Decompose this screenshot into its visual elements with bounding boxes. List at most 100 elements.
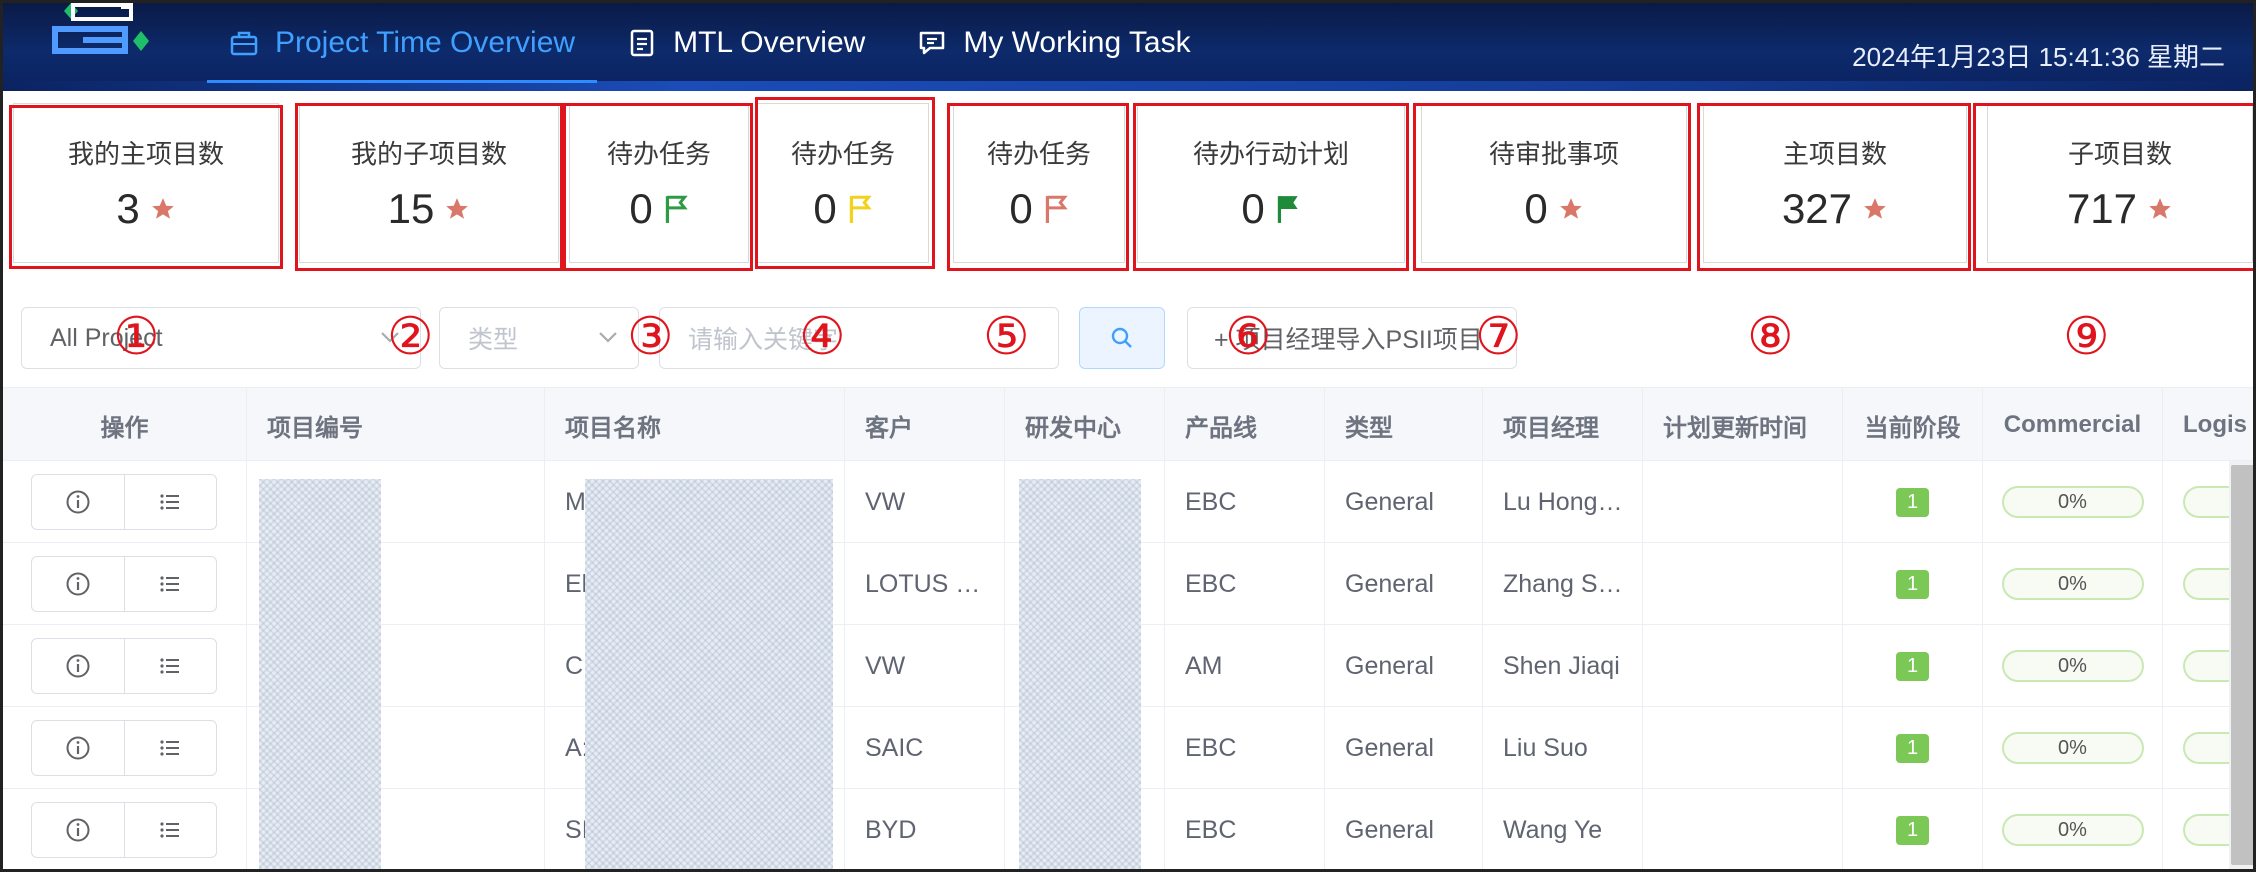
flag-outline-icon: [1045, 195, 1068, 223]
annotation-number: ⑤: [983, 307, 1030, 367]
card-todo-tasks-yellow[interactable]: 待办任务 0: [757, 103, 929, 263]
cell-text: General: [1345, 733, 1434, 762]
table-cell: [3, 789, 247, 869]
cell-text: Liu Suo: [1503, 733, 1588, 762]
cell-text: General: [1345, 651, 1434, 680]
redacted-project-name: [585, 479, 833, 869]
list-button[interactable]: [123, 475, 217, 529]
cell-text: EBC: [1185, 733, 1237, 762]
cell-text: EBC: [1185, 815, 1237, 844]
progress-pill: 0%: [2001, 650, 2144, 682]
table-cell: [1643, 543, 1843, 625]
table-cell: 0%: [1983, 789, 2163, 869]
cell-text: El: [565, 569, 588, 598]
card-value: 3: [116, 184, 140, 232]
col-header[interactable]: Commercial: [1983, 388, 2163, 462]
star-icon: [151, 197, 174, 219]
table-cell: AM: [1165, 625, 1325, 707]
project-select[interactable]: All Project: [21, 307, 421, 369]
info-icon: [66, 736, 90, 760]
comment-icon: [917, 28, 947, 58]
table-cell: 1: [1843, 461, 1983, 543]
info-button[interactable]: [32, 557, 124, 611]
list-icon: [160, 822, 180, 838]
col-header[interactable]: Logis: [2163, 388, 2253, 462]
list-icon: [160, 658, 180, 674]
cell-text: Lu Hong…: [1503, 487, 1623, 516]
card-title: 待审批事项: [1488, 138, 1619, 169]
card-title: 子项目数: [2067, 138, 2172, 169]
table-cell: [1643, 625, 1843, 707]
progress-pill: 0%: [2001, 486, 2144, 518]
table-cell: [1643, 789, 1843, 869]
info-button[interactable]: [32, 475, 124, 529]
list-button[interactable]: [123, 639, 217, 693]
col-header[interactable]: 类型: [1325, 388, 1483, 462]
col-header: 操作: [3, 388, 247, 462]
logo-icon: [52, 3, 149, 54]
card-title: 主项目数: [1782, 138, 1887, 169]
card-todo-tasks-green[interactable]: 待办任务 0: [569, 103, 749, 263]
card-value: 0: [1524, 184, 1548, 232]
search-icon: [1111, 327, 1132, 348]
col-header[interactable]: 项目经理: [1483, 388, 1643, 462]
annotation-number: ④: [799, 307, 846, 367]
list-button[interactable]: [123, 557, 217, 611]
type-select[interactable]: 类型: [439, 307, 639, 369]
table-cell: [3, 543, 247, 625]
table-cell: BYD: [845, 789, 1005, 869]
card-my-main-projects[interactable]: 我的主项目数 3: [13, 103, 279, 263]
table-cell: General: [1325, 461, 1483, 543]
table-cell: [3, 707, 247, 789]
table-cell: SAIC: [845, 707, 1005, 789]
card-main-projects[interactable]: 主项目数 327: [1703, 103, 1967, 263]
col-header[interactable]: 项目名称: [545, 388, 845, 462]
row-actions: [31, 802, 217, 858]
info-button[interactable]: [32, 721, 124, 775]
scrollbar-thumb[interactable]: [2231, 465, 2253, 865]
row-actions: [31, 638, 217, 694]
nav-project-time-overview[interactable]: Project Time Overview: [207, 3, 598, 83]
col-header[interactable]: 研发中心: [1005, 388, 1165, 462]
search-button[interactable]: [1079, 307, 1165, 369]
card-value: 327: [1781, 184, 1853, 232]
stage-badge: 1: [1895, 487, 1930, 517]
cell-text: General: [1345, 487, 1434, 516]
progress-pill: 0%: [2001, 568, 2144, 600]
table-cell: 1: [1843, 789, 1983, 869]
star-icon: [1559, 197, 1582, 219]
list-button[interactable]: [123, 721, 217, 775]
cell-text: Zhang S…: [1503, 569, 1623, 598]
card-value: 15: [387, 184, 435, 232]
card-title: 我的子项目数: [350, 138, 507, 169]
annotation-number: ⑦: [1475, 307, 1522, 367]
col-header[interactable]: 产品线: [1165, 388, 1325, 462]
cell-text: VW: [865, 487, 906, 516]
card-todo-action-plans[interactable]: 待办行动计划 0: [1137, 103, 1405, 263]
card-title: 待办任务: [606, 138, 711, 169]
col-header[interactable]: 当前阶段: [1843, 388, 1983, 462]
card-my-sub-projects[interactable]: 我的子项目数 15: [299, 103, 559, 263]
col-header[interactable]: 客户: [845, 388, 1005, 462]
star-icon: [2149, 197, 2171, 219]
annotation-number: ⑧: [1747, 307, 1794, 367]
card-title: 待办行动计划: [1192, 138, 1349, 169]
table-cell: General: [1325, 625, 1483, 707]
annotation-number: ⑨: [2063, 307, 2110, 367]
col-header[interactable]: 计划更新时间: [1643, 388, 1843, 462]
card-todo-tasks-red[interactable]: 待办任务 0: [953, 103, 1125, 263]
info-button[interactable]: [32, 639, 124, 693]
nav-my-working-task[interactable]: My Working Task: [895, 3, 1212, 83]
list-button[interactable]: [123, 803, 217, 857]
info-button[interactable]: [32, 803, 124, 857]
card-sub-projects[interactable]: 子项目数 717: [1987, 103, 2253, 263]
col-header[interactable]: 项目编号: [247, 388, 545, 462]
info-icon: [66, 490, 90, 514]
card-pending-approvals[interactable]: 待审批事项 0: [1421, 103, 1687, 263]
progress-pill: 0%: [2001, 814, 2144, 846]
info-icon: [66, 818, 90, 842]
star-icon: [446, 197, 469, 219]
card-value: 0: [813, 184, 837, 232]
nav-mtl-overview[interactable]: MTL Overview: [605, 3, 887, 83]
cell-text: LOTUS …: [865, 569, 981, 598]
